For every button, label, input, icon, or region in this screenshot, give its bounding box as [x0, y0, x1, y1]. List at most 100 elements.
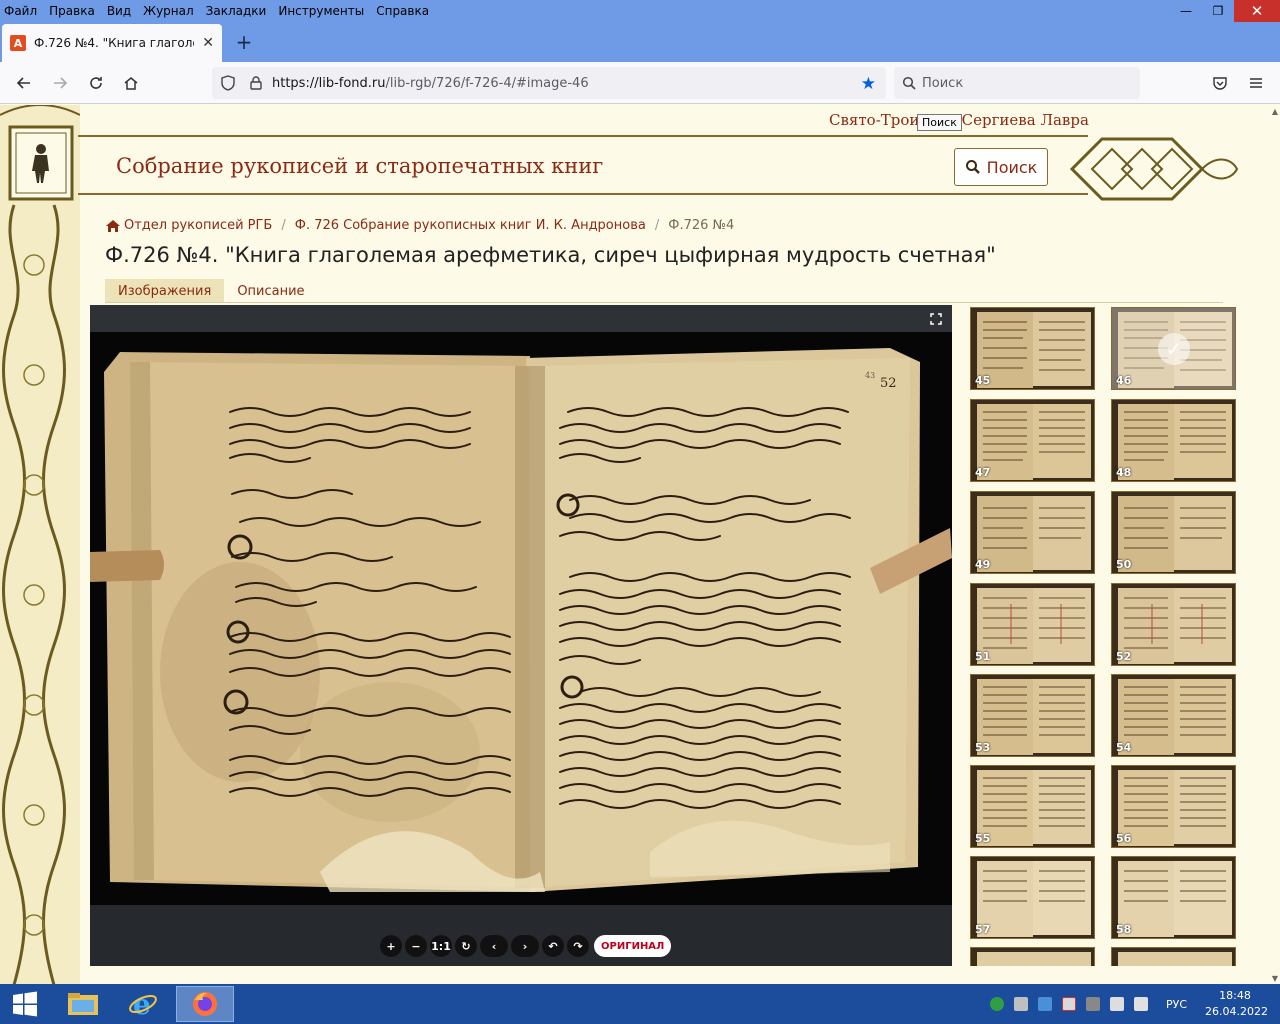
pocket-button[interactable] — [1208, 71, 1232, 95]
search-icon — [965, 160, 980, 174]
thumbnail[interactable]: 48 — [1111, 399, 1236, 482]
restore-button[interactable]: ❐ — [1202, 0, 1234, 22]
browser-tab[interactable]: A Ф.726 №4. "Книга глаголемая а ✕ — [2, 24, 222, 62]
back-button[interactable] — [12, 71, 36, 95]
shield-tray-icon[interactable] — [1038, 997, 1052, 1011]
home-button[interactable] — [119, 71, 143, 95]
tools-icon[interactable] — [1086, 997, 1100, 1011]
manuscript-photo[interactable]: 52 43 — [90, 332, 952, 905]
thumbnail[interactable]: 53 — [970, 674, 1095, 757]
fullscreen-button[interactable] — [926, 309, 946, 329]
menu-tools[interactable]: Инструменты — [272, 4, 370, 18]
thumbnail[interactable]: 52 — [1111, 583, 1236, 666]
thumbnail[interactable]: 55 — [970, 765, 1095, 848]
forward-button[interactable] — [48, 71, 72, 95]
bookmark-star-icon[interactable]: ★ — [861, 74, 876, 94]
thumbnail[interactable]: 57 — [970, 856, 1095, 939]
input-language[interactable]: РУС — [1166, 998, 1187, 1011]
menu-bar: Файл Правка Вид Журнал Закладки Инструме… — [0, 0, 1280, 22]
start-button[interactable] — [0, 984, 50, 1024]
original-button[interactable]: ОРИГИНАЛ — [594, 935, 672, 957]
tab-images[interactable]: Изображения — [105, 279, 225, 302]
thumbnail-partial[interactable] — [970, 947, 1095, 966]
ornamental-knot-right — [1069, 137, 1239, 201]
lock-icon[interactable] — [248, 75, 264, 91]
site-favicon-icon: A — [10, 35, 26, 51]
thumbnail-number: 46 — [1116, 374, 1132, 387]
thumbnail-number: 57 — [975, 923, 991, 936]
thumbnail-number: 47 — [975, 466, 991, 479]
thumbnail-number: 48 — [1116, 466, 1132, 479]
thumbnail[interactable]: 54 — [1111, 674, 1236, 757]
menu-edit[interactable]: Правка — [43, 4, 101, 18]
fullscreen-icon — [930, 313, 942, 325]
taskbar-explorer[interactable] — [54, 986, 112, 1022]
minimize-button[interactable]: — — [1170, 0, 1202, 22]
tab-close-icon[interactable]: ✕ — [202, 35, 214, 51]
url-text[interactable]: https://lib-fond.ru/lib-rgb/726/f-726-4/… — [272, 76, 589, 91]
site-search-button[interactable]: Поиск — [954, 148, 1048, 186]
new-tab-button[interactable]: + — [232, 30, 256, 54]
next-image-button[interactable]: › — [511, 935, 539, 957]
tab-description[interactable]: Описание — [224, 279, 317, 302]
thumbnail[interactable]: 47 — [970, 399, 1095, 482]
scroll-down-icon[interactable]: ▼ — [1272, 974, 1278, 983]
site-title[interactable]: Собрание рукописей и старопечатных книг — [116, 154, 603, 178]
thumbnail-partial[interactable] — [1111, 947, 1236, 966]
breadcrumb-home[interactable]: Отдел рукописей РГБ — [124, 218, 272, 233]
breadcrumb-separator: / — [654, 218, 660, 233]
search-placeholder: Поиск — [922, 75, 964, 91]
search-tooltip: Поиск — [917, 114, 962, 131]
address-bar[interactable]: https://lib-fond.ru/lib-rgb/726/f-726-4/… — [212, 67, 886, 99]
actual-size-button[interactable]: 1:1 — [430, 935, 452, 957]
previous-image-button[interactable]: ‹ — [480, 935, 508, 957]
breadcrumb-fund[interactable]: Ф. 726 Собрание рукописных книг И. К. Ан… — [295, 218, 646, 233]
pocket-icon — [1213, 77, 1227, 90]
network-error-icon[interactable] — [1062, 997, 1076, 1011]
clock[interactable]: 18:48 26.04.2022 — [1205, 988, 1268, 1020]
home-icon — [106, 219, 120, 232]
taskbar-firefox[interactable] — [176, 986, 234, 1022]
rotate-right-button[interactable]: ↷ — [567, 935, 589, 957]
update-icon[interactable] — [990, 997, 1004, 1011]
battery-icon[interactable] — [1134, 997, 1148, 1011]
image-viewer[interactable]: 52 43 + − 1:1 ↻ ‹ › ↶ ↷ ОРИГИНАЛ — [90, 305, 952, 966]
internet-explorer-icon: e — [129, 989, 157, 1019]
thumbnail[interactable]: 45 — [970, 307, 1095, 390]
tracking-shield-icon[interactable] — [220, 75, 236, 91]
checkmark-icon: ✓ — [1158, 333, 1190, 365]
reload-button[interactable] — [84, 71, 108, 95]
menu-bookmarks[interactable]: Закладки — [200, 4, 273, 18]
scroll-up-icon[interactable]: ▲ — [1272, 107, 1278, 116]
page-scrollbar[interactable]: ▲ ▼ — [1268, 105, 1280, 985]
close-window-button[interactable]: ✕ — [1234, 0, 1280, 22]
tab-strip: A Ф.726 №4. "Книга глаголемая а ✕ + — [0, 22, 1280, 62]
menu-help[interactable]: Справка — [370, 4, 435, 18]
thumbnail[interactable]: 56 — [1111, 765, 1236, 848]
viewer-controls: + − 1:1 ↻ ‹ › ↶ ↷ ОРИГИНАЛ — [380, 935, 672, 957]
thumbnail-number: 56 — [1116, 832, 1132, 845]
viewer-toolbar — [90, 305, 952, 332]
zoom-out-button[interactable]: − — [405, 935, 427, 957]
rotate-left-button[interactable]: ↶ — [542, 935, 564, 957]
reset-button[interactable]: ↻ — [455, 935, 477, 957]
content-tabs: Изображения Описание — [105, 279, 1223, 303]
thumbnail-number: 58 — [1116, 923, 1132, 936]
hamburger-menu-icon — [1250, 78, 1262, 88]
zoom-in-button[interactable]: + — [380, 935, 402, 957]
menu-history[interactable]: Журнал — [137, 4, 200, 18]
speaker-icon[interactable] — [1110, 997, 1124, 1011]
menu-view[interactable]: Вид — [101, 4, 137, 18]
search-bar[interactable]: Поиск — [894, 67, 1140, 99]
thumbnail[interactable]: 58 — [1111, 856, 1236, 939]
app-menu-button[interactable] — [1244, 71, 1268, 95]
menu-file[interactable]: Файл — [0, 4, 43, 18]
forward-arrow-icon — [54, 77, 68, 89]
breadcrumb-separator: / — [281, 218, 286, 233]
thumbnail-selected[interactable]: ✓ 46 — [1111, 307, 1236, 390]
network-drive-icon[interactable] — [1014, 997, 1028, 1011]
thumbnail[interactable]: 51 — [970, 583, 1095, 666]
thumbnail[interactable]: 50 — [1111, 491, 1236, 574]
taskbar-ie[interactable]: e — [114, 986, 172, 1022]
thumbnail[interactable]: 49 — [970, 491, 1095, 574]
